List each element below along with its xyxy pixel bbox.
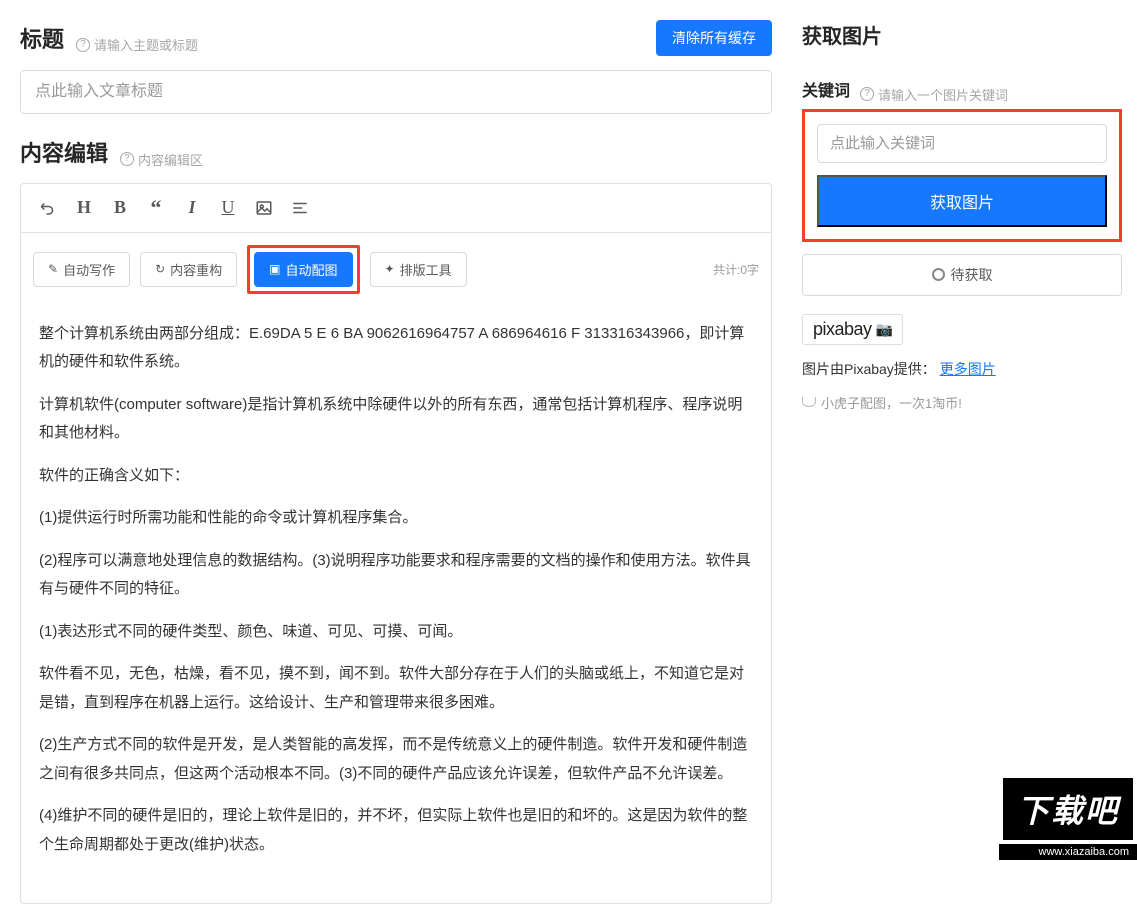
italic-icon[interactable]: I (177, 194, 207, 222)
watermark-logo: 下载吧 (999, 774, 1137, 844)
content-edit-hint: ? 内容编辑区 (120, 150, 203, 169)
circle-icon (932, 268, 945, 281)
underline-icon[interactable]: U (213, 194, 243, 222)
camera-icon: 📷 (876, 321, 893, 338)
fetch-image-button[interactable]: 获取图片 (817, 175, 1107, 227)
tip-line: 小虎子配图，一次1淘币! (802, 393, 1122, 412)
picture-icon: ▣ (269, 262, 280, 276)
content-edit-heading: 内容编辑 (20, 136, 108, 168)
question-icon: ? (860, 87, 874, 101)
question-icon: ? (120, 152, 134, 166)
image-icon[interactable] (249, 194, 279, 222)
layout-tool-button[interactable]: ✦排版工具 (370, 252, 467, 287)
keyword-label: 关键词 (802, 77, 850, 101)
auto-image-button[interactable]: ▣自动配图 (254, 252, 352, 287)
restructure-button[interactable]: ↻内容重构 (140, 252, 237, 287)
paragraph: 整个计算机系统由两部分组成：E.69DA 5 E 6 BA 9062616964… (39, 320, 753, 377)
paragraph: (2)生产方式不同的软件是开发，是人类智能的高发挥，而不是传统意义上的硬件制造。… (39, 731, 753, 788)
image-credit: 图片由Pixabay提供： 更多图片 (802, 359, 1122, 379)
keyword-hint: ? 请输入一个图片关键词 (860, 85, 1008, 104)
editor-content[interactable]: 整个计算机系统由两部分组成：E.69DA 5 E 6 BA 9062616964… (21, 306, 771, 904)
paragraph: 软件的正确含义如下： (39, 462, 753, 491)
editor-box: H B “ I U ✎自动写作 ↻内容重构 ▣自动配图 ✦排版工具 共计:0字 … (20, 183, 772, 905)
wand-icon: ✦ (385, 262, 395, 276)
keyword-input[interactable] (817, 124, 1107, 163)
paragraph: (4)维护不同的硬件是旧的，理论上软件是旧的，并不坏，但实际上软件也是旧的和坏的… (39, 802, 753, 859)
undo-icon[interactable] (33, 194, 63, 222)
clear-cache-button[interactable]: 清除所有缓存 (656, 20, 772, 56)
article-title-input[interactable] (20, 70, 772, 114)
question-icon: ? (76, 38, 90, 52)
watermark-url: www.xiazaiba.com (999, 844, 1137, 860)
heading-icon[interactable]: H (69, 194, 99, 222)
paragraph: 软件看不见，无色，枯燥，看不见，摸不到，闻不到。软件大部分存在于人们的头脑或纸上… (39, 660, 753, 717)
pencil-icon: ✎ (48, 262, 58, 276)
highlight-box: ▣自动配图 (247, 245, 359, 294)
paragraph: (2)程序可以满意地处理信息的数据结构。(3)说明程序功能要求和程序需要的文档的… (39, 547, 753, 604)
title-heading: 标题 (20, 22, 64, 54)
fetch-image-heading: 获取图片 (802, 20, 1122, 49)
format-toolbar: H B “ I U (21, 184, 771, 233)
watermark: 下载吧 www.xiazaiba.com (999, 774, 1137, 860)
refresh-icon: ↻ (155, 262, 165, 276)
paragraph: 计算机软件(computer software)是指计算机系统中除硬件以外的所有… (39, 391, 753, 448)
align-icon[interactable] (285, 194, 315, 222)
action-toolbar: ✎自动写作 ↻内容重构 ▣自动配图 ✦排版工具 共计:0字 (21, 233, 771, 306)
more-images-link[interactable]: 更多图片 (940, 361, 996, 377)
auto-write-button[interactable]: ✎自动写作 (33, 252, 130, 287)
pixabay-badge: pixabay 📷 (802, 314, 903, 345)
disk-icon (802, 397, 816, 407)
keyword-highlight-box: 获取图片 (802, 109, 1122, 242)
title-hint: ? 请输入主题或标题 (76, 35, 198, 54)
paragraph: (1)表达形式不同的硬件类型、颜色、味道、可见、可摸、可闻。 (39, 618, 753, 647)
bold-icon[interactable]: B (105, 194, 135, 222)
word-count: 共计:0字 (713, 261, 759, 278)
left-panel: 标题 ? 请输入主题或标题 清除所有缓存 内容编辑 ? 内容编辑区 H B “ (0, 0, 787, 924)
paragraph: (1)提供运行时所需功能和性能的命令或计算机程序集合。 (39, 504, 753, 533)
pending-status-button[interactable]: 待获取 (802, 254, 1122, 296)
quote-icon[interactable]: “ (141, 194, 171, 222)
